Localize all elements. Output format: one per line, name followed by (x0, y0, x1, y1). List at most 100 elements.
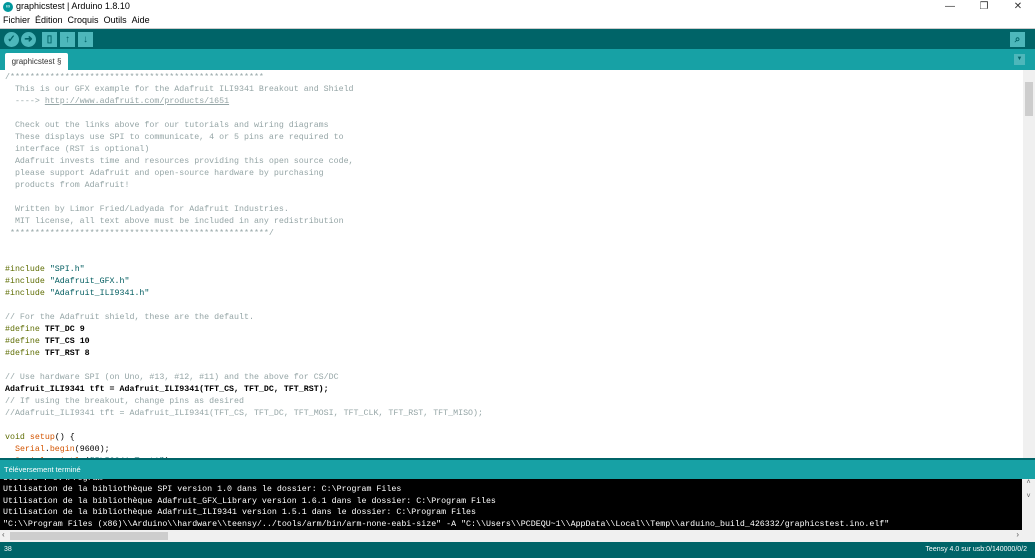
menu-bar: Fichier Édition Croquis Outils Aide (0, 14, 150, 27)
code-token: // For the Adafruit shield, these are th… (5, 313, 254, 322)
status-bar: Téléversement terminé (0, 458, 1035, 479)
code-token: /***************************************… (5, 73, 269, 82)
verify-button[interactable]: ✓ (4, 32, 19, 47)
code-line: ----> http://www.adafruit.com/products/1… (5, 96, 1023, 108)
code-line: #include "Adafruit_GFX.h" (5, 276, 1023, 288)
code-line: ****************************************… (5, 228, 1023, 240)
open-button[interactable]: ↑ (60, 32, 75, 47)
editor-vertical-scrollbar[interactable] (1023, 70, 1035, 458)
code-token: ----> (5, 97, 45, 106)
console-line: Utilisation de la bibliothèque Adafruit_… (3, 508, 476, 517)
code-token: "SPI.h" (49, 265, 85, 274)
code-line: // Use hardware SPI (on Uno, #13, #12, #… (5, 372, 1023, 384)
code-line: These displays use SPI to communicate, 4… (5, 132, 1023, 144)
code-line: #define TFT_RST 8 (5, 348, 1023, 360)
code-token: Written by Limor Fried/Ladyada for Adafr… (5, 205, 289, 214)
code-line: #include "Adafruit_ILI9341.h" (5, 288, 1023, 300)
code-token: void (5, 433, 30, 442)
code-token: TFT_DC 9 (44, 325, 85, 334)
window-title: graphicstest | Arduino 1.8.10 (16, 1, 130, 11)
code-line: please support Adafruit and open-source … (5, 168, 1023, 180)
code-token: #define (5, 325, 45, 334)
code-line: This is our GFX example for the Adafruit… (5, 84, 1023, 96)
close-button[interactable]: ✕ (1001, 0, 1035, 13)
console-horizontal-scrollbar[interactable]: ‹ › (0, 530, 1035, 542)
code-token: These displays use SPI to communicate, 4… (5, 133, 344, 142)
tab-graphicstest[interactable]: graphicstest § (5, 53, 68, 70)
code-token: TFT_RST 8 (44, 349, 90, 358)
code-token: #include (5, 289, 50, 298)
code-token: This is our GFX example for the Adafruit… (5, 85, 354, 94)
code-token: begin (49, 445, 75, 454)
console-line: "C:\\Program Files (x86)\\Arduino\\hardw… (3, 519, 890, 529)
new-button[interactable]: ▯ (42, 32, 57, 47)
status-message: Téléversement terminé (4, 465, 81, 474)
menu-fichier[interactable]: Fichier (3, 14, 30, 27)
code-line: Check out the links above for our tutori… (5, 120, 1023, 132)
menu-outils[interactable]: Outils (104, 14, 127, 27)
code-line: MIT license, all text above must be incl… (5, 216, 1023, 228)
code-line: //Adafruit_ILI9341 tft = Adafruit_ILI934… (5, 408, 1023, 420)
scrollbar-thumb[interactable] (1025, 82, 1033, 116)
maximize-button[interactable]: ❐ (967, 0, 1001, 13)
code-token: "Adafruit_ILI9341.h" (49, 289, 150, 298)
code-token: Check out the links above for our tutori… (5, 121, 329, 130)
code-line: #define TFT_CS 10 (5, 336, 1023, 348)
scrollbar-thumb[interactable] (10, 532, 168, 540)
code-line: /***************************************… (5, 72, 1023, 84)
menu-aide[interactable]: Aide (132, 14, 150, 27)
save-button[interactable]: ↓ (78, 32, 93, 47)
code-line: #define TFT_DC 9 (5, 324, 1023, 336)
code-token: #define (5, 337, 45, 346)
tab-menu-button[interactable]: ▼ (1014, 54, 1025, 65)
line-number: 38 (4, 546, 12, 553)
code-token: #include (5, 265, 50, 274)
code-line: #include "SPI.h" (5, 264, 1023, 276)
code-token: TFT_CS 10 (44, 337, 90, 346)
code-line: Written by Limor Fried/Ladyada for Adafr… (5, 204, 1023, 216)
code-line: Serial.begin(9600); (5, 444, 1023, 456)
code-token: Adafruit_ILI9341 tft = Adafruit_ILI9341(… (5, 385, 329, 394)
bottom-bar: 38 Teensy 4.0 sur usb:0/140000/0/2 (0, 542, 1035, 558)
code-token: setup (29, 433, 55, 442)
code-editor[interactable]: /***************************************… (0, 70, 1023, 458)
code-line: // For the Adafruit shield, these are th… (5, 312, 1023, 324)
menu-croquis[interactable]: Croquis (68, 14, 99, 27)
console-line: Utilisation de la bibliothèque SPI versi… (3, 485, 402, 494)
board-info: Teensy 4.0 sur usb:0/140000/0/2 (925, 546, 1027, 553)
toolbar: ✓ ➜ ▯ ↑ ↓ ⌕ (0, 28, 1035, 49)
code-line: Adafruit invests time and resources prov… (5, 156, 1023, 168)
code-token: (9600); (74, 445, 110, 454)
minimize-button[interactable]: — (933, 0, 967, 13)
code-token: // Use hardware SPI (on Uno, #13, #12, #… (5, 373, 339, 382)
menu-edition[interactable]: Édition (35, 14, 63, 27)
code-token: interface (RST is optional) (5, 145, 150, 154)
code-token: #define (5, 349, 45, 358)
code-link[interactable]: http://www.adafruit.com/products/1651 (45, 97, 229, 106)
code-token: "Adafruit_GFX.h" (49, 277, 130, 286)
code-line: interface (RST is optional) (5, 144, 1023, 156)
code-line: // If using the breakout, change pins as… (5, 396, 1023, 408)
arduino-logo-icon: ∞ (3, 1, 13, 12)
console-line: Utilisation de la bibliothèque Adafruit_… (3, 496, 496, 506)
code-token: Adafruit invests time and resources prov… (5, 157, 354, 166)
console-vertical-scrollbar[interactable]: ˄ ˅ (1022, 479, 1035, 530)
title-bar: ∞ graphicstest | Arduino 1.8.10 — ❐ ✕ (0, 0, 1035, 13)
console-output: Utilise : C:\ProgramUtilisation de la bi… (0, 479, 1022, 530)
code-token: //Adafruit_ILI9341 tft = Adafruit_ILI934… (5, 409, 483, 418)
code-token: ****************************************… (5, 229, 274, 238)
code-line: Adafruit_ILI9341 tft = Adafruit_ILI9341(… (5, 384, 1023, 396)
serial-monitor-button[interactable]: ⌕ (1010, 32, 1025, 47)
code-line: void setup() { (5, 432, 1023, 444)
code-token: #include (5, 277, 50, 286)
code-token: MIT license, all text above must be incl… (5, 217, 344, 226)
code-token: products from Adafruit! (5, 181, 130, 190)
upload-button[interactable]: ➜ (21, 32, 36, 47)
code-line: products from Adafruit! (5, 180, 1023, 192)
code-token: please support Adafruit and open-source … (5, 169, 324, 178)
